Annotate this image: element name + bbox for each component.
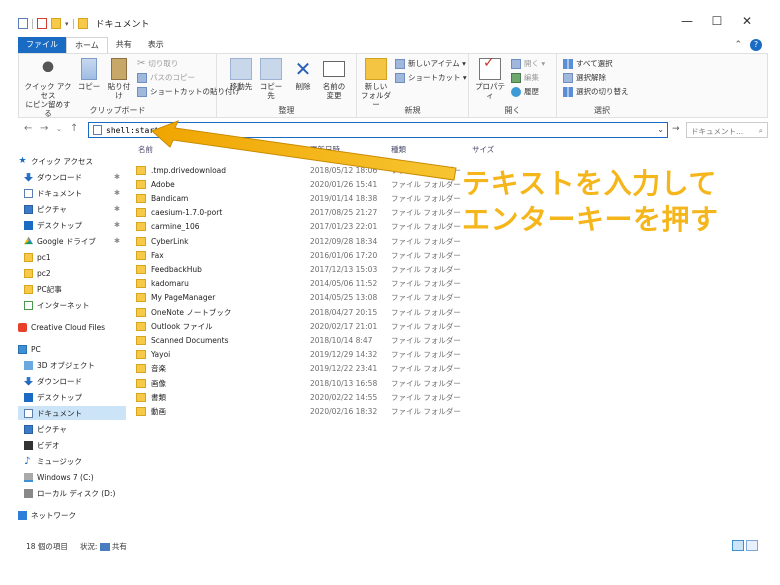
arrow-shape (151, 120, 457, 181)
annotation-arrow (151, 120, 457, 181)
annotation-text: テキストを入力して エンターキーを押す (462, 166, 719, 238)
annotation-line-2: エンターキーを押す (462, 203, 719, 236)
annotation-line-1: テキストを入力して (462, 167, 717, 200)
